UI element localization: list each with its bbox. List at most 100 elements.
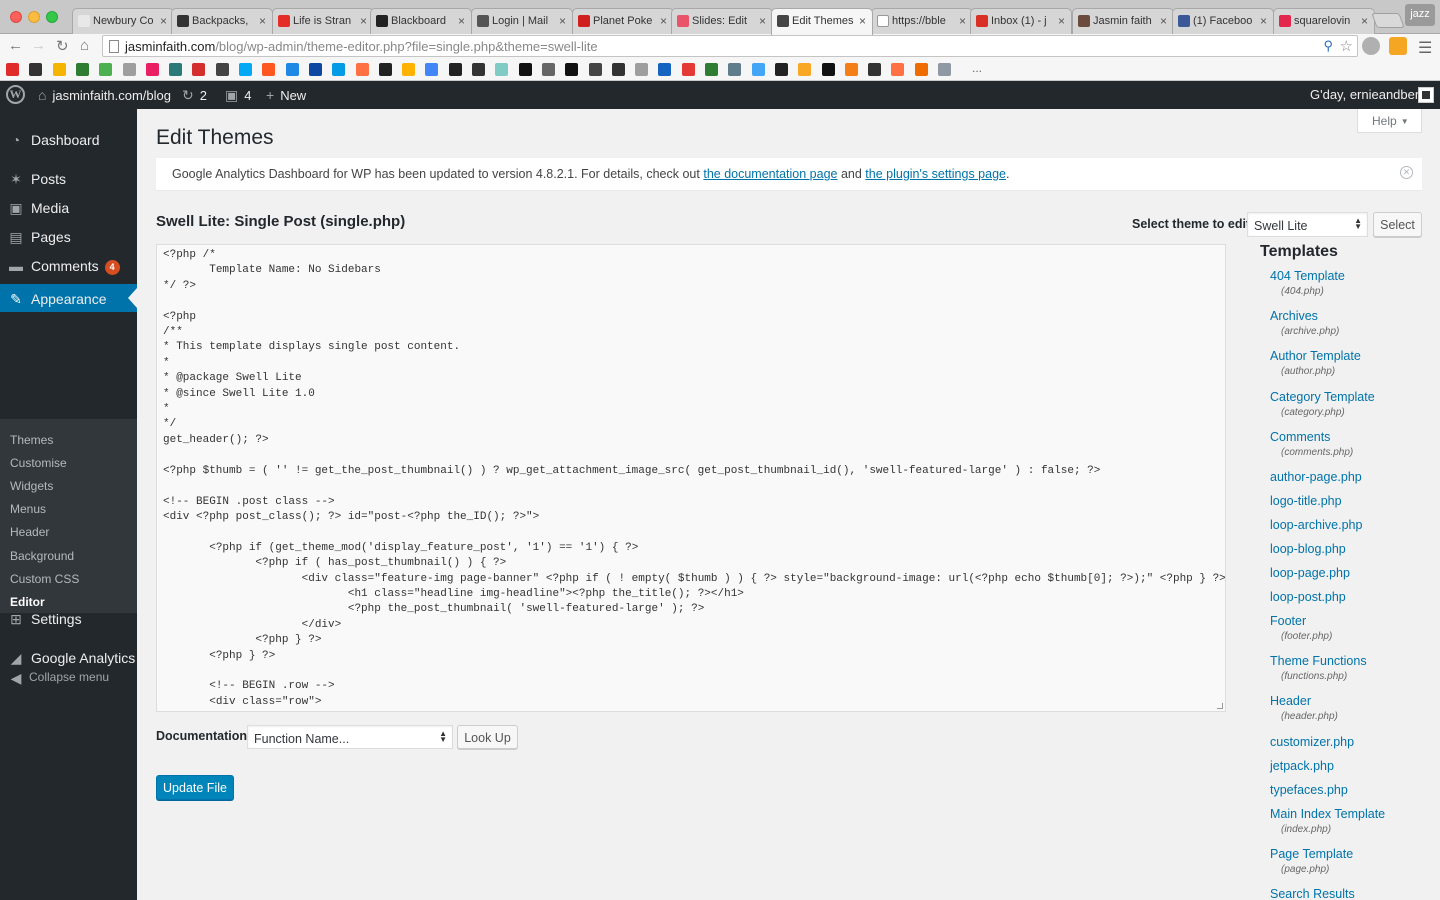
back-arrow-icon[interactable]: ← <box>8 37 23 54</box>
template-link[interactable]: Category Template <box>1270 390 1375 404</box>
submenu-item-custom-css[interactable]: Custom CSS <box>10 572 79 586</box>
forward-arrow-icon[interactable]: → <box>31 37 46 54</box>
browser-tab[interactable]: https://bble × <box>871 8 973 34</box>
bookmark-icon[interactable] <box>868 63 882 76</box>
template-link[interactable]: Author Template <box>1270 349 1361 363</box>
bookmark-icon[interactable] <box>402 63 416 76</box>
close-tab-icon[interactable]: × <box>859 14 866 28</box>
submenu-item-editor[interactable]: Editor <box>10 595 45 609</box>
submenu-item-themes[interactable]: Themes <box>10 433 53 447</box>
submenu-item-background[interactable]: Background <box>10 549 74 563</box>
sidebar-item-google-analytics[interactable]: ◢ Google Analytics <box>0 643 137 673</box>
bookmark-icon[interactable] <box>495 63 509 76</box>
bookmark-icon[interactable] <box>145 63 159 76</box>
bookmark-icon[interactable] <box>914 63 928 76</box>
close-window-button[interactable] <box>10 11 22 23</box>
function-name-select[interactable]: Function Name... ▲ ▼ <box>247 725 453 749</box>
template-link[interactable]: Comments <box>1270 430 1330 444</box>
close-tab-icon[interactable]: × <box>660 14 667 28</box>
bookmark-icon[interactable] <box>681 63 695 76</box>
bookmark-icon[interactable] <box>29 63 43 76</box>
theme-select[interactable]: Swell Lite ▲ ▼ <box>1247 212 1368 237</box>
updates-link[interactable]: ↻ 2 <box>182 87 207 104</box>
close-tab-icon[interactable]: × <box>759 14 766 28</box>
browser-tab[interactable]: Login | Mail × <box>471 8 573 34</box>
bookmark-icon[interactable] <box>891 63 905 76</box>
bookmark-icon[interactable] <box>75 63 89 76</box>
template-link[interactable]: Archives <box>1270 309 1318 323</box>
comments-link[interactable]: ▣ 4 <box>225 87 251 104</box>
sidebar-item-posts[interactable]: ✶ Posts <box>0 164 137 194</box>
submenu-item-menus[interactable]: Menus <box>10 502 46 516</box>
template-link[interactable]: Theme Functions <box>1270 654 1367 668</box>
account-greeting[interactable]: G'day, ernieandbert <box>1310 87 1423 102</box>
address-bar[interactable]: jasminfaith.com/blog/wp-admin/theme-edit… <box>102 35 1358 57</box>
bookmark-icon[interactable] <box>588 63 602 76</box>
bookmark-icon[interactable] <box>99 63 113 76</box>
template-link[interactable]: loop-post.php <box>1270 590 1346 604</box>
template-link[interactable]: jetpack.php <box>1270 759 1334 773</box>
browser-tab[interactable]: Blackboard × <box>370 8 472 34</box>
bookmark-icon[interactable] <box>285 63 299 76</box>
bookmark-icon[interactable] <box>448 63 462 76</box>
new-content-link[interactable]: + New <box>266 87 306 103</box>
sidebar-item-pages[interactable]: ▤ Pages <box>0 222 137 252</box>
minimize-window-button[interactable] <box>28 11 40 23</box>
site-name-link[interactable]: ⌂ jasminfaith.com/blog <box>38 87 171 103</box>
zoom-icon[interactable]: ⚲ <box>1323 38 1333 54</box>
browser-tab[interactable]: squarelovin × <box>1273 8 1375 34</box>
update-file-button[interactable]: Update File <box>156 775 234 800</box>
bookmark-icon[interactable] <box>821 63 835 76</box>
bookmark-icon[interactable] <box>541 63 555 76</box>
template-link[interactable]: logo-title.php <box>1270 494 1342 508</box>
template-link[interactable]: Header <box>1270 694 1311 708</box>
bookmark-star-icon[interactable]: ☆ <box>1340 37 1353 55</box>
submenu-item-customise[interactable]: Customise <box>10 456 67 470</box>
sidebar-item-media[interactable]: ▣ Media <box>0 193 137 223</box>
template-link[interactable]: loop-blog.php <box>1270 542 1346 556</box>
home-icon[interactable]: ⌂ <box>80 37 89 54</box>
close-tab-icon[interactable]: × <box>458 14 465 28</box>
dismiss-notice-icon[interactable]: ✕ <box>1400 166 1413 179</box>
browser-tab[interactable]: Planet Poke × <box>572 8 674 34</box>
sidebar-item-dashboard[interactable]: ◔ Dashboard <box>0 125 137 155</box>
template-link[interactable]: typefaces.php <box>1270 783 1348 797</box>
bookmark-icon[interactable] <box>705 63 718 76</box>
bookmark-icon[interactable] <box>844 63 858 76</box>
wordpress-logo-icon[interactable]: W <box>6 85 25 104</box>
browser-tab[interactable]: Edit Themes × <box>771 8 873 35</box>
template-link[interactable]: Main Index Template <box>1270 807 1385 821</box>
close-tab-icon[interactable]: × <box>360 14 367 28</box>
bookmark-icon[interactable] <box>6 63 19 76</box>
avatar[interactable] <box>1418 87 1434 103</box>
bookmark-icon[interactable] <box>751 63 765 76</box>
submenu-item-header[interactable]: Header <box>10 525 49 539</box>
bookmark-icon[interactable] <box>355 63 369 76</box>
bookmark-icon[interactable] <box>122 63 136 76</box>
close-tab-icon[interactable]: × <box>1160 14 1167 28</box>
bookmark-icon[interactable] <box>239 63 252 76</box>
bookmark-icon[interactable] <box>728 63 742 76</box>
bookmark-icon[interactable] <box>518 63 532 76</box>
close-tab-icon[interactable]: × <box>160 14 167 28</box>
bookmark-icon[interactable] <box>192 63 206 76</box>
template-link[interactable]: loop-archive.php <box>1270 518 1362 532</box>
bookmark-icon[interactable] <box>332 63 346 76</box>
browser-menu-icon[interactable]: ☰ <box>1418 38 1432 58</box>
bookmark-icon[interactable] <box>774 63 788 76</box>
reload-icon[interactable]: ↻ <box>56 37 69 55</box>
browser-tab[interactable]: Jasmin faith × <box>1072 8 1174 34</box>
submenu-item-widgets[interactable]: Widgets <box>10 479 53 493</box>
browser-tab[interactable]: Inbox (1) - j × <box>970 8 1072 34</box>
template-link[interactable]: loop-page.php <box>1270 566 1350 580</box>
close-tab-icon[interactable]: × <box>1058 14 1065 28</box>
browser-tab[interactable]: Slides: Edit × <box>671 8 773 34</box>
browser-tab[interactable]: (1) Faceboo × <box>1172 8 1274 34</box>
adblock-extension-icon[interactable] <box>1362 37 1380 55</box>
plugin-settings-link[interactable]: the plugin's settings page <box>865 167 1006 181</box>
code-editor[interactable]: <?php /* Template Name: No Sidebars */ ?>… <box>156 244 1226 712</box>
bookmark-icon[interactable] <box>798 63 812 76</box>
template-link[interactable]: author-page.php <box>1270 470 1362 484</box>
new-tab-button[interactable] <box>1371 13 1405 28</box>
help-button[interactable]: Help ▼ <box>1357 109 1422 133</box>
